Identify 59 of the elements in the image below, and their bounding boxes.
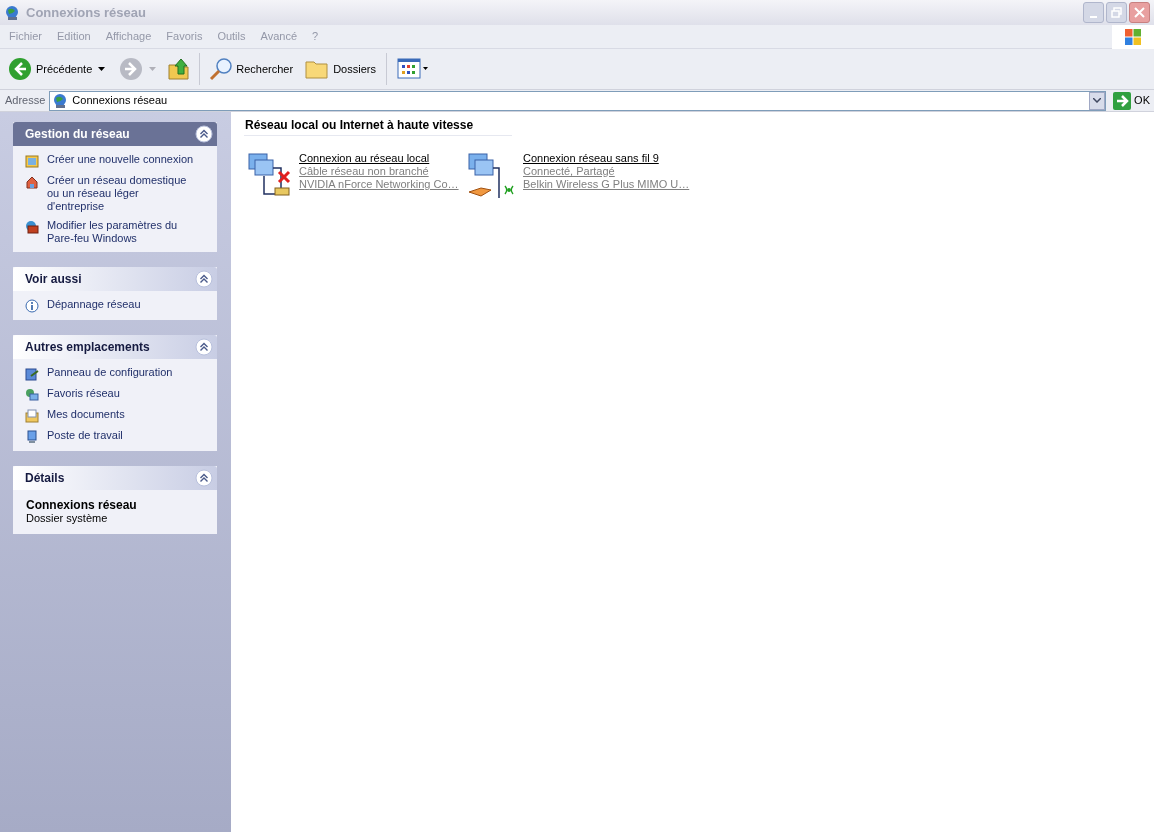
connection-device: NVIDIA nForce Networking Co… [299,178,459,191]
computer-icon [25,430,39,444]
panel-title: Gestion du réseau [25,126,130,143]
task-link[interactable]: Créer une nouvelle connexion [47,153,197,166]
views-icon[interactable] [396,58,429,80]
panel-header[interactable]: Détails [13,466,217,490]
address-label: Adresse [5,93,46,109]
brick-wall-icon [25,220,39,234]
details-type: Dossier système [26,512,109,525]
collapse-icon[interactable] [195,338,213,356]
task-link[interactable]: Mes documents [47,408,197,421]
info-icon [25,299,39,313]
house-icon [25,175,39,189]
search-button[interactable]: Rechercher [209,57,294,81]
go-arrow-icon [1113,91,1132,110]
globe-icon [52,92,69,109]
task-link[interactable]: Panneau de configuration [47,366,197,379]
search-icon [209,57,234,81]
windows-logo [1112,24,1154,49]
panel-title: Détails [25,470,65,487]
globe-icon [4,4,20,21]
group-header: Réseau local ou Internet à haute vitesse [244,116,512,136]
task-link[interactable]: Dépannage réseau [47,298,197,311]
folder-up-icon[interactable] [168,57,191,81]
address-field[interactable]: Connexions réseau [49,90,1107,111]
connection-name[interactable]: Connexion au réseau local [299,152,459,165]
task-link[interactable]: Créer un réseau domestique ou un réseau léger d'entreprise [47,174,197,213]
close-button[interactable] [1129,2,1150,23]
address-value: Connexions réseau [72,93,168,109]
control-panel-icon [25,367,39,381]
chevron-down-icon [1093,98,1102,103]
folders-button[interactable]: Dossiers [305,58,376,80]
collapse-icon[interactable] [195,125,213,143]
connection-name[interactable]: Connexion réseau sans fil 9 [523,152,690,165]
framed-picture-icon [25,154,39,168]
task-link[interactable]: Poste de travail [47,429,197,442]
collapse-icon[interactable] [195,469,213,487]
panel-title: Voir aussi [25,271,82,288]
restore-icon [1111,7,1122,18]
details-name: Connexions réseau [26,499,138,512]
folder-document-icon [25,409,39,423]
back-button[interactable]: Précédente [8,57,93,81]
connection-status: Câble réseau non branché [299,165,430,178]
dropdown-button[interactable] [1089,91,1106,110]
collapse-icon[interactable] [195,270,213,288]
panel-title: Autres emplacements [25,339,150,356]
connection-device: Belkin Wireless G Plus MIMO U… [523,178,690,191]
panel-header[interactable]: Voir aussi [13,267,217,291]
go-button[interactable]: OK [1113,91,1150,110]
task-link[interactable]: Favoris réseau [47,387,197,400]
close-icon [1134,7,1145,18]
window-title: Connexions réseau [26,3,146,22]
task-link[interactable]: Modifier les paramètres du Pare-feu Windows [47,219,197,245]
connection-status: Connecté, Partagé [523,165,616,178]
folder-icon [305,58,330,80]
globe-computer-icon [25,388,39,402]
panel-header[interactable]: Gestion du réseau [13,122,217,146]
dropdown-arrow-icon[interactable] [98,67,106,71]
panel-header[interactable]: Autres emplacements [13,335,217,359]
